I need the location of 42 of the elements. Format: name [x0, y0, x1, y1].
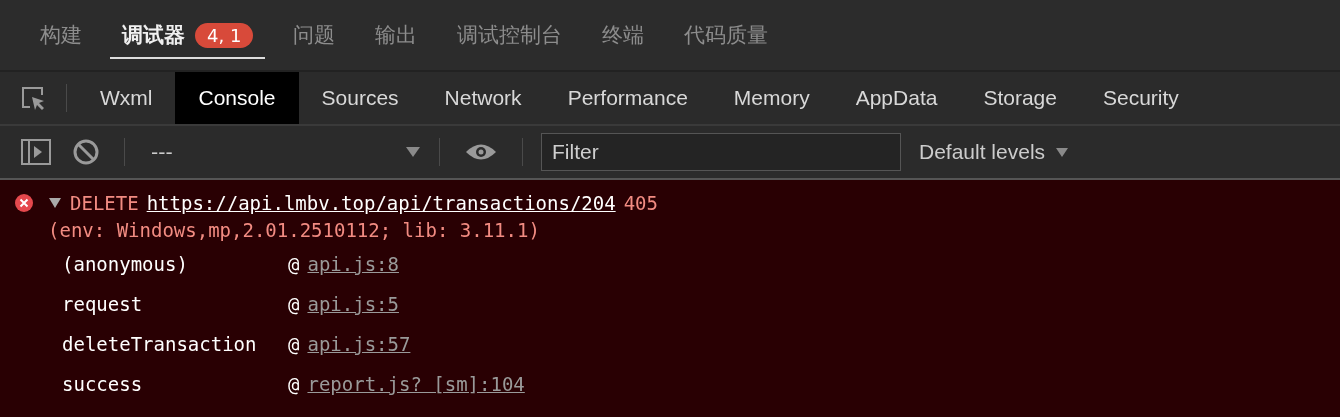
devtools-tab[interactable]: Memory: [710, 72, 833, 124]
panel-tab[interactable]: 输出: [363, 11, 430, 59]
caret-icon: [1055, 146, 1070, 158]
log-levels-dropdown[interactable]: Default levels: [913, 139, 1076, 165]
devtools-tab[interactable]: Sources: [298, 72, 422, 124]
panel-tab[interactable]: 问题: [281, 11, 348, 59]
devtools-tab[interactable]: Network: [421, 72, 545, 124]
at-sign: @: [288, 373, 300, 395]
request-method: DELETE: [70, 192, 139, 214]
clear-console-icon[interactable]: [72, 138, 100, 166]
at-sign: @: [288, 333, 300, 355]
error-count-badge: 4, 1: [195, 22, 254, 48]
source-link[interactable]: report.js? [sm]:104: [307, 373, 525, 395]
devtools-tab[interactable]: Wxml: [77, 72, 176, 124]
devtools-tab[interactable]: Performance: [544, 72, 711, 124]
stack-function: deleteTransaction: [62, 333, 258, 355]
source-link[interactable]: api.js:5: [307, 293, 399, 315]
panel-tab[interactable]: 终端: [590, 11, 657, 59]
panel-tab[interactable]: 构建: [28, 11, 94, 59]
error-icon: [14, 193, 34, 213]
stack-function: request: [62, 293, 144, 315]
at-sign: @: [288, 253, 300, 275]
source-link[interactable]: api.js:57: [307, 333, 411, 355]
filter-field[interactable]: Filter: [541, 133, 901, 171]
devtools-tab[interactable]: Console: [175, 72, 299, 124]
status-code: 405: [623, 192, 658, 214]
panel-tab[interactable]: 代码质量: [672, 11, 781, 59]
stack-function: (anonymous): [62, 253, 189, 275]
expand-triangle-icon[interactable]: [48, 197, 62, 209]
panel-tab[interactable]: 调试控制台: [445, 11, 575, 59]
devtools-tab[interactable]: Security: [1080, 72, 1202, 124]
source-link[interactable]: api.js:8: [307, 253, 399, 275]
devtools-tab[interactable]: AppData: [832, 72, 961, 124]
context-dropdown[interactable]: ---: [143, 140, 421, 164]
sidebar-toggle-icon[interactable]: [20, 138, 52, 166]
at-sign: @: [288, 293, 300, 315]
panel-tab[interactable]: 调试器 4, 1: [110, 11, 266, 59]
devtools-tab[interactable]: Storage: [960, 72, 1080, 124]
caret-icon: [405, 146, 421, 158]
environment-info: (env: Windows,mp,2.01.2510112; lib: 3.11.1): [47, 218, 541, 243]
stack-function: success: [62, 373, 144, 395]
request-url-link[interactable]: https://api.lmbv.top/api/transactions/204: [146, 192, 616, 214]
